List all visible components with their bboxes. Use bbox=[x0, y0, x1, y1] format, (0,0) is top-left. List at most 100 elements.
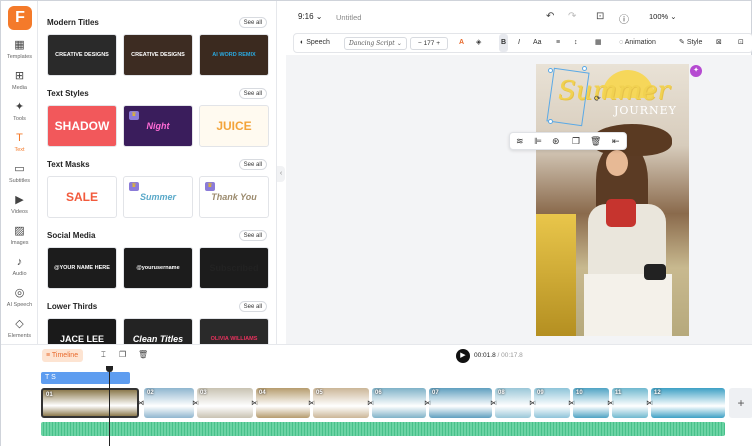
text-template-thumb[interactable]: Thank You ♛ bbox=[199, 176, 269, 218]
font-size-stepper[interactable]: − 177 + bbox=[410, 37, 448, 50]
premium-crown-icon: ♛ bbox=[129, 111, 139, 120]
play-button[interactable]: ▶ bbox=[456, 349, 470, 363]
resize-handle[interactable] bbox=[582, 66, 587, 71]
see-all-button[interactable]: See all bbox=[238, 17, 267, 28]
zoom-select[interactable]: 100% ⌄ bbox=[649, 12, 677, 21]
elements-icon: ◇ bbox=[15, 318, 24, 330]
video-clip[interactable]: 09 bbox=[534, 388, 570, 418]
playhead[interactable] bbox=[109, 366, 110, 446]
duplicate-icon[interactable]: ❐ bbox=[572, 136, 580, 147]
copy-icon[interactable]: ❐ bbox=[119, 350, 126, 359]
text-template-thumb[interactable]: AI WORD REMIX bbox=[199, 34, 269, 76]
transition-icon[interactable]: ⋈ bbox=[137, 399, 144, 407]
undo-icon[interactable]: ↶ bbox=[546, 11, 554, 22]
text-template-thumb[interactable]: JACE LEE bbox=[47, 318, 117, 344]
rail-item-text[interactable]: T Text bbox=[1, 132, 38, 162]
rail-item-audio[interactable]: ♪ Audio bbox=[1, 256, 38, 286]
video-clip[interactable]: 03 bbox=[197, 388, 253, 418]
collapse-icon[interactable]: ⇤ bbox=[612, 136, 620, 147]
text-template-thumb[interactable]: Subscribed bbox=[199, 247, 269, 289]
resize-handle[interactable] bbox=[548, 119, 553, 124]
template-preview-text: Clean Titles bbox=[132, 334, 184, 344]
italic-icon[interactable]: I bbox=[518, 34, 520, 52]
rail-item-videos[interactable]: ▶ Videos bbox=[1, 194, 38, 224]
trash-icon[interactable]: 🗑 bbox=[138, 350, 148, 359]
layers-icon[interactable]: ≋ bbox=[516, 136, 524, 147]
clip-number: 12 bbox=[654, 390, 661, 396]
highlight-color-icon[interactable]: ◈ bbox=[476, 34, 481, 52]
rail-item-subtitles[interactable]: ▭ Subtitles bbox=[1, 163, 38, 193]
align-left-icon[interactable]: ⊫ bbox=[534, 136, 542, 147]
text-template-thumb[interactable]: SHADOW bbox=[47, 105, 117, 147]
app-logo[interactable]: F bbox=[8, 6, 32, 30]
text-template-thumb[interactable]: JUICE bbox=[199, 105, 269, 147]
video-clip[interactable]: 06 bbox=[372, 388, 426, 418]
canvas-subtitle-text[interactable]: JOURNEY bbox=[614, 104, 677, 117]
ai-speech-icon: ◎ bbox=[14, 287, 25, 299]
text-template-thumb[interactable]: CREATIVE DESIGNS bbox=[47, 34, 117, 76]
animation-button[interactable]: ◌ Animation bbox=[619, 34, 656, 52]
text-template-thumb[interactable]: OLIVIA WILLIAMS bbox=[199, 318, 269, 344]
help-icon[interactable]: ⓘ bbox=[619, 11, 629, 26]
transparency-icon[interactable]: ▦ bbox=[595, 34, 602, 52]
text-track-clip[interactable]: T S bbox=[41, 372, 130, 384]
video-canvas[interactable]: Summer JOURNEY ⟳ bbox=[536, 64, 689, 336]
text-case-icon[interactable]: Aa bbox=[533, 34, 542, 52]
add-clip-button[interactable]: + bbox=[729, 388, 752, 418]
text-template-thumb[interactable]: CREATIVE DESIGNS bbox=[123, 34, 193, 76]
rail-item-label: Text bbox=[14, 147, 25, 153]
template-preview-text: @yourusername bbox=[136, 265, 180, 271]
video-clip[interactable]: 05 bbox=[313, 388, 369, 418]
align-icon[interactable]: ≡ bbox=[556, 34, 560, 52]
aspect-ratio-select[interactable]: 9:16 ⌄ bbox=[298, 12, 323, 21]
text-template-thumb[interactable]: Clean Titles bbox=[123, 318, 193, 344]
speech-button[interactable]: ◐ Speech bbox=[300, 34, 330, 52]
rail-item-media[interactable]: ⊞ Media bbox=[1, 70, 38, 100]
selection-box[interactable] bbox=[546, 67, 590, 127]
see-all-button[interactable]: See all bbox=[238, 159, 267, 170]
text-template-thumb[interactable]: SALE bbox=[47, 176, 117, 218]
rail-item-templates[interactable]: ▦ Templates bbox=[1, 39, 38, 69]
style-button[interactable]: ✎ Style bbox=[679, 34, 702, 52]
text-color-icon[interactable]: A bbox=[459, 34, 464, 52]
text-template-thumb[interactable]: Summer ♛ bbox=[123, 176, 193, 218]
video-clip[interactable]: 12 bbox=[651, 388, 725, 418]
video-clip[interactable]: 08 bbox=[495, 388, 531, 418]
time-display: 00:01.8 / 00:17.8 bbox=[474, 352, 523, 359]
delete-icon[interactable]: 🗑 bbox=[590, 136, 601, 147]
font-family-select[interactable]: Dancing Script ⌄ bbox=[344, 37, 407, 50]
see-all-button[interactable]: See all bbox=[238, 88, 267, 99]
video-clip[interactable]: 01 bbox=[41, 388, 139, 418]
template-preview-text: Subscribed bbox=[209, 263, 259, 273]
image-edit-icon[interactable]: ⊠ bbox=[716, 34, 722, 52]
audio-track[interactable] bbox=[41, 422, 725, 436]
video-clip[interactable]: 10 bbox=[573, 388, 609, 418]
see-all-button[interactable]: See all bbox=[238, 301, 267, 312]
timeline-toggle-button[interactable]: ≡ Timeline bbox=[42, 349, 84, 362]
spacing-icon[interactable]: ↕ bbox=[574, 34, 578, 52]
collapse-panel-button[interactable]: ‹ bbox=[277, 166, 285, 182]
ai-assistant-icon[interactable]: ✦ bbox=[690, 65, 702, 77]
crop-icon[interactable]: ⊡ bbox=[738, 34, 744, 52]
video-clip[interactable]: 04 bbox=[256, 388, 310, 418]
lock-icon[interactable]: ⊛ bbox=[552, 136, 560, 147]
rail-item-images[interactable]: ▨ Images bbox=[1, 225, 38, 255]
project-title[interactable]: Untitled bbox=[336, 13, 361, 22]
video-clip[interactable]: 11 bbox=[612, 388, 648, 418]
screen-capture-icon[interactable]: ⊡ bbox=[596, 11, 604, 22]
bold-icon[interactable]: B bbox=[499, 34, 509, 52]
video-clip[interactable]: 07 bbox=[429, 388, 492, 418]
resize-handle[interactable] bbox=[548, 68, 553, 73]
redo-icon[interactable]: ↷ bbox=[568, 11, 576, 22]
see-all-button[interactable]: See all bbox=[238, 230, 267, 241]
text-template-thumb[interactable]: @yourusername bbox=[123, 247, 193, 289]
text-template-thumb[interactable]: @YOUR NAME HERE bbox=[47, 247, 117, 289]
text-template-thumb[interactable]: Night ♛ bbox=[123, 105, 193, 147]
video-clip[interactable]: 02 bbox=[144, 388, 194, 418]
split-icon[interactable]: ⌶ bbox=[101, 350, 106, 360]
images-icon: ▨ bbox=[14, 225, 25, 237]
rail-item-ai-speech[interactable]: ◎ AI Speech bbox=[1, 287, 38, 317]
rail-item-tools[interactable]: ✦ Tools bbox=[1, 101, 38, 131]
timeline: T S 01 ⋈ 02 ⋈ 03 ⋈ 04 ⋈ 05 ⋈ 06 ⋈ 07 ⋈ 08 ⋈ 09 ⋈ 10 ⋈ 11 ⋈ 12 … bbox=[1, 366, 752, 446]
rotate-icon[interactable]: ⟳ bbox=[594, 94, 601, 103]
